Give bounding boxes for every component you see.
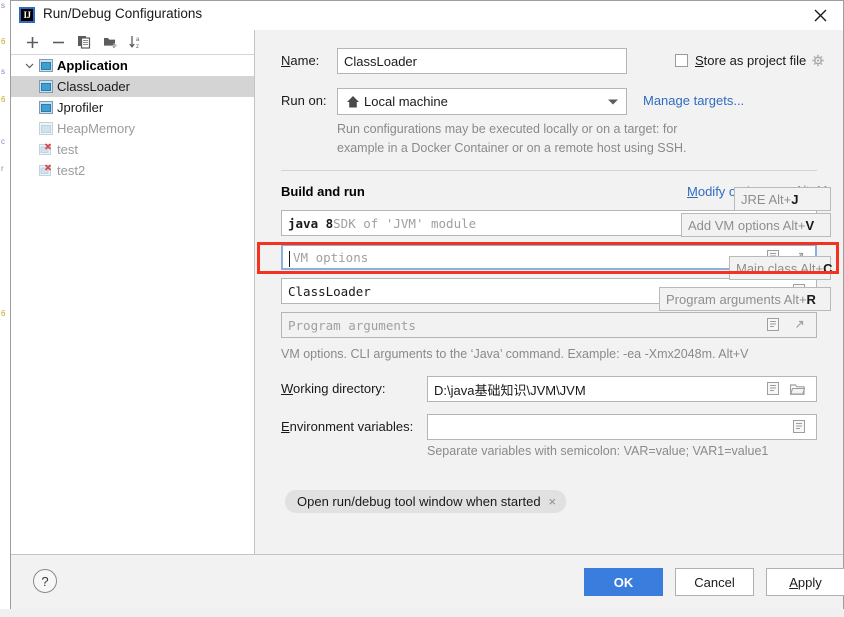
intellij-idea-icon: IJ [19, 7, 35, 23]
environment-variables-label: Environment variables: [281, 419, 413, 434]
run-on-combobox[interactable]: Local machine [337, 88, 627, 115]
tree-item-label: test [55, 142, 78, 157]
edit-variables-icon[interactable] [793, 420, 805, 438]
tree-item-label: ClassLoader [55, 79, 130, 94]
copy-configuration-button[interactable] [71, 31, 97, 53]
application-icon-error [37, 139, 55, 160]
name-input-value: ClassLoader [344, 54, 417, 69]
tree-item-test2[interactable]: test2 [11, 160, 254, 181]
program-arguments-field[interactable]: Program arguments [281, 312, 817, 338]
dialog-titlebar: IJ Run/Debug Configurations [11, 1, 843, 30]
working-directory-label: Working directory: [281, 381, 386, 396]
tooltip-main-class-text: Main class Alt+ [736, 261, 823, 276]
tooltip-add-vm-options: Add VM options Alt+V [681, 213, 831, 237]
close-icon[interactable] [797, 1, 843, 30]
environment-variables-label-rest: nvironment variables: [290, 419, 414, 434]
folder-browse-icon[interactable] [790, 383, 806, 401]
dialog-title: Run/Debug Configurations [43, 6, 202, 21]
help-button[interactable]: ? [33, 569, 57, 593]
tooltip-program-arguments-key: R [807, 292, 816, 307]
application-icon [37, 97, 55, 118]
close-icon[interactable]: × [549, 494, 557, 509]
jre-value-bold: java 8 [288, 216, 333, 231]
expand-editor-icon[interactable] [767, 382, 779, 400]
background-ide-strip: s 6 s 6 c r 6 [0, 0, 10, 617]
apply-button[interactable]: Apply [766, 568, 844, 596]
screenshot-root: s 6 s 6 c r 6 IJ Run/Debug Configuration… [0, 0, 844, 617]
tooltip-jre-key: J [791, 192, 798, 207]
name-label: Name: [281, 53, 319, 68]
expand-arrow-icon[interactable] [793, 318, 806, 336]
cancel-button[interactable]: Cancel [675, 568, 754, 596]
name-input[interactable]: ClassLoader [337, 48, 627, 74]
vm-options-placeholder: VM options [293, 250, 368, 265]
tree-item-label: test2 [55, 163, 85, 178]
configurations-tree: Application ClassLoader [11, 55, 254, 181]
run-debug-configurations-dialog: IJ Run/Debug Configurations [10, 0, 844, 609]
remove-configuration-button[interactable] [45, 31, 71, 53]
chevron-down-icon[interactable] [21, 55, 37, 76]
store-as-project-file-label: Store as project file [695, 53, 806, 68]
configurations-tree-panel: a z [11, 30, 255, 554]
manage-targets-link[interactable]: Manage targets... [643, 93, 744, 108]
tooltip-program-arguments-text: Program arguments Alt+ [666, 292, 807, 307]
application-icon-disabled [37, 118, 55, 139]
environment-variables-hint: Separate variables with semicolon: VAR=v… [427, 444, 768, 458]
tree-item-jprofiler[interactable]: Jprofiler [11, 97, 254, 118]
tooltip-program-arguments: Program arguments Alt+R [659, 287, 831, 311]
build-and-run-header: Build and run [281, 184, 365, 199]
ok-button[interactable]: OK [584, 568, 663, 596]
tree-item-application[interactable]: Application [11, 55, 254, 76]
tree-item-classloader[interactable]: ClassLoader [11, 76, 254, 97]
add-configuration-button[interactable] [19, 31, 45, 53]
expand-editor-icon[interactable] [767, 318, 779, 336]
working-directory-field[interactable]: D:\java基础知识\JVM\JVM [427, 376, 817, 402]
tree-toolbar: a z [11, 30, 254, 55]
main-class-value: ClassLoader [288, 284, 371, 299]
run-on-description-line-1: Run configurations may be executed local… [337, 122, 677, 136]
run-on-label: Run on: [281, 93, 327, 108]
application-icon-error [37, 160, 55, 181]
tree-item-label: Application [55, 58, 128, 73]
svg-text:z: z [136, 44, 139, 49]
home-icon [346, 95, 360, 112]
tooltip-add-vm-options-text: Add VM options Alt+ [688, 218, 805, 233]
section-divider [281, 170, 817, 171]
working-directory-value: D:\java基础知识\JVM\JVM [434, 380, 586, 399]
jre-value-rest: SDK of 'JVM' module [333, 216, 476, 231]
tooltip-jre-text: JRE Alt+ [741, 192, 791, 207]
gear-icon[interactable] [811, 54, 825, 73]
open-tool-window-chip-label: Open run/debug tool window when started [297, 494, 541, 509]
open-tool-window-chip[interactable]: Open run/debug tool window when started … [285, 490, 566, 513]
store-as-project-file-text-rest: tore as project file [704, 53, 807, 68]
tree-item-label: Jprofiler [55, 100, 103, 115]
folder-add-icon[interactable] [97, 31, 123, 53]
background-bottom-bar [0, 609, 844, 617]
tree-item-test[interactable]: test [11, 139, 254, 160]
tree-item-label: HeapMemory [55, 121, 135, 136]
environment-variables-field[interactable] [427, 414, 817, 440]
tooltip-main-class-key: C [823, 261, 832, 276]
tooltip-add-vm-options-key: V [805, 218, 814, 233]
chevron-down-icon[interactable] [608, 99, 618, 104]
run-on-value: Local machine [364, 94, 448, 109]
program-arguments-placeholder: Program arguments [288, 318, 416, 333]
sort-alpha-icon[interactable]: a z [123, 31, 149, 53]
apply-button-label-rest: pply [798, 575, 822, 590]
application-icon [37, 76, 55, 97]
working-directory-label-rest: orking directory: [293, 381, 385, 396]
tree-item-heapmemory[interactable]: HeapMemory [11, 118, 254, 139]
application-group-icon [37, 55, 55, 76]
store-as-project-file-checkbox[interactable] [675, 54, 688, 67]
dialog-footer: ? OK Cancel Apply [11, 554, 843, 609]
svg-text:a: a [136, 37, 140, 43]
tooltip-main-class: Main class Alt+C [729, 256, 831, 280]
text-caret [289, 251, 290, 267]
vm-options-hint: VM options. CLI arguments to the ‘Java’ … [281, 347, 748, 361]
tooltip-jre: JRE Alt+J [734, 187, 831, 211]
run-on-description-line-2: example in a Docker Container or on a re… [337, 141, 686, 155]
